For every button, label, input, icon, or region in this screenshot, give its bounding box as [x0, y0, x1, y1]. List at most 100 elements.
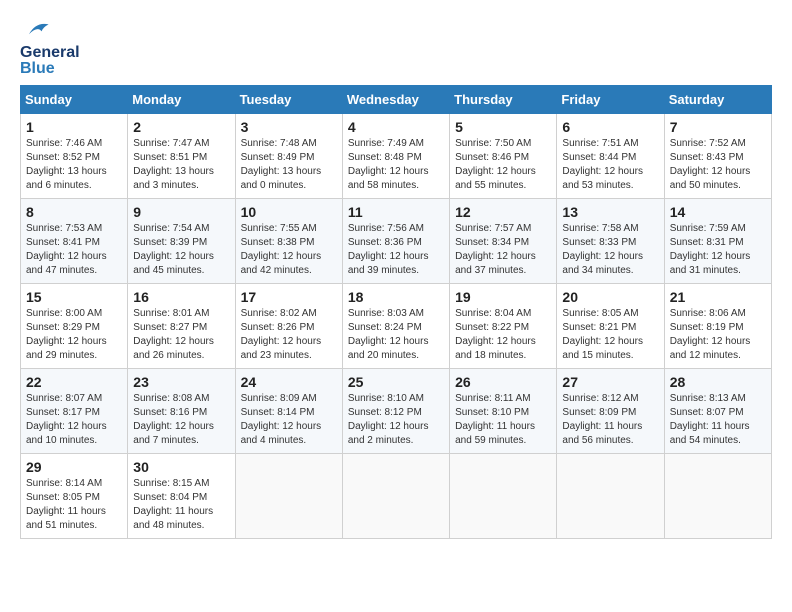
day-number: 23: [133, 374, 229, 390]
calendar-cell: 28 Sunrise: 8:13 AM Sunset: 8:07 PM Dayl…: [664, 369, 771, 454]
calendar-cell: 18 Sunrise: 8:03 AM Sunset: 8:24 PM Dayl…: [342, 284, 449, 369]
day-number: 18: [348, 289, 444, 305]
weekday-header-row: SundayMondayTuesdayWednesdayThursdayFrid…: [21, 86, 772, 114]
day-info: Sunrise: 7:56 AM Sunset: 8:36 PM Dayligh…: [348, 222, 444, 278]
calendar-cell: 15 Sunrise: 8:00 AM Sunset: 8:29 PM Dayl…: [21, 284, 128, 369]
calendar-cell: [235, 454, 342, 539]
day-number: 5: [455, 119, 551, 135]
day-number: 30: [133, 459, 229, 475]
week-row-1: 1 Sunrise: 7:46 AM Sunset: 8:52 PM Dayli…: [21, 114, 772, 199]
day-number: 15: [26, 289, 122, 305]
day-info: Sunrise: 7:59 AM Sunset: 8:31 PM Dayligh…: [670, 222, 766, 278]
calendar-cell: 6 Sunrise: 7:51 AM Sunset: 8:44 PM Dayli…: [557, 114, 664, 199]
day-number: 3: [241, 119, 337, 135]
day-info: Sunrise: 8:13 AM Sunset: 8:07 PM Dayligh…: [670, 392, 766, 448]
calendar-cell: 27 Sunrise: 8:12 AM Sunset: 8:09 PM Dayl…: [557, 369, 664, 454]
calendar-cell: 30 Sunrise: 8:15 AM Sunset: 8:04 PM Dayl…: [128, 454, 235, 539]
day-number: 11: [348, 204, 444, 220]
week-row-4: 22 Sunrise: 8:07 AM Sunset: 8:17 PM Dayl…: [21, 369, 772, 454]
calendar-cell: 10 Sunrise: 7:55 AM Sunset: 8:38 PM Dayl…: [235, 199, 342, 284]
day-info: Sunrise: 8:11 AM Sunset: 8:10 PM Dayligh…: [455, 392, 551, 448]
calendar-cell: 1 Sunrise: 7:46 AM Sunset: 8:52 PM Dayli…: [21, 114, 128, 199]
calendar-cell: [342, 454, 449, 539]
day-number: 9: [133, 204, 229, 220]
calendar-cell: 19 Sunrise: 8:04 AM Sunset: 8:22 PM Dayl…: [450, 284, 557, 369]
day-info: Sunrise: 8:04 AM Sunset: 8:22 PM Dayligh…: [455, 307, 551, 363]
day-number: 21: [670, 289, 766, 305]
day-number: 4: [348, 119, 444, 135]
day-info: Sunrise: 7:46 AM Sunset: 8:52 PM Dayligh…: [26, 137, 122, 193]
logo-general: General: [20, 44, 80, 61]
day-number: 10: [241, 204, 337, 220]
day-number: 22: [26, 374, 122, 390]
day-number: 24: [241, 374, 337, 390]
day-info: Sunrise: 7:49 AM Sunset: 8:48 PM Dayligh…: [348, 137, 444, 193]
day-number: 29: [26, 459, 122, 475]
weekday-header-saturday: Saturday: [664, 86, 771, 114]
weekday-header-wednesday: Wednesday: [342, 86, 449, 114]
day-info: Sunrise: 8:06 AM Sunset: 8:19 PM Dayligh…: [670, 307, 766, 363]
day-info: Sunrise: 7:47 AM Sunset: 8:51 PM Dayligh…: [133, 137, 229, 193]
day-info: Sunrise: 7:57 AM Sunset: 8:34 PM Dayligh…: [455, 222, 551, 278]
calendar-cell: 5 Sunrise: 7:50 AM Sunset: 8:46 PM Dayli…: [450, 114, 557, 199]
calendar-cell: 8 Sunrise: 7:53 AM Sunset: 8:41 PM Dayli…: [21, 199, 128, 284]
day-info: Sunrise: 8:15 AM Sunset: 8:04 PM Dayligh…: [133, 477, 229, 533]
week-row-5: 29 Sunrise: 8:14 AM Sunset: 8:05 PM Dayl…: [21, 454, 772, 539]
calendar-cell: 7 Sunrise: 7:52 AM Sunset: 8:43 PM Dayli…: [664, 114, 771, 199]
day-info: Sunrise: 7:55 AM Sunset: 8:38 PM Dayligh…: [241, 222, 337, 278]
day-number: 8: [26, 204, 122, 220]
day-number: 13: [562, 204, 658, 220]
day-info: Sunrise: 8:10 AM Sunset: 8:12 PM Dayligh…: [348, 392, 444, 448]
day-info: Sunrise: 8:12 AM Sunset: 8:09 PM Dayligh…: [562, 392, 658, 448]
day-number: 17: [241, 289, 337, 305]
logo-blue: Blue: [20, 60, 55, 77]
weekday-header-friday: Friday: [557, 86, 664, 114]
day-info: Sunrise: 8:03 AM Sunset: 8:24 PM Dayligh…: [348, 307, 444, 363]
day-info: Sunrise: 8:00 AM Sunset: 8:29 PM Dayligh…: [26, 307, 122, 363]
day-info: Sunrise: 7:54 AM Sunset: 8:39 PM Dayligh…: [133, 222, 229, 278]
calendar-cell: 26 Sunrise: 8:11 AM Sunset: 8:10 PM Dayl…: [450, 369, 557, 454]
calendar-cell: 3 Sunrise: 7:48 AM Sunset: 8:49 PM Dayli…: [235, 114, 342, 199]
weekday-header-sunday: Sunday: [21, 86, 128, 114]
calendar-cell: 21 Sunrise: 8:06 AM Sunset: 8:19 PM Dayl…: [664, 284, 771, 369]
day-number: 20: [562, 289, 658, 305]
day-info: Sunrise: 7:53 AM Sunset: 8:41 PM Dayligh…: [26, 222, 122, 278]
day-number: 27: [562, 374, 658, 390]
day-number: 2: [133, 119, 229, 135]
weekday-header-tuesday: Tuesday: [235, 86, 342, 114]
day-info: Sunrise: 8:05 AM Sunset: 8:21 PM Dayligh…: [562, 307, 658, 363]
week-row-3: 15 Sunrise: 8:00 AM Sunset: 8:29 PM Dayl…: [21, 284, 772, 369]
week-row-2: 8 Sunrise: 7:53 AM Sunset: 8:41 PM Dayli…: [21, 199, 772, 284]
calendar-cell: 2 Sunrise: 7:47 AM Sunset: 8:51 PM Dayli…: [128, 114, 235, 199]
day-number: 16: [133, 289, 229, 305]
calendar-cell: 23 Sunrise: 8:08 AM Sunset: 8:16 PM Dayl…: [128, 369, 235, 454]
day-info: Sunrise: 8:02 AM Sunset: 8:26 PM Dayligh…: [241, 307, 337, 363]
weekday-header-monday: Monday: [128, 86, 235, 114]
day-info: Sunrise: 7:52 AM Sunset: 8:43 PM Dayligh…: [670, 137, 766, 193]
day-info: Sunrise: 7:50 AM Sunset: 8:46 PM Dayligh…: [455, 137, 551, 193]
day-number: 12: [455, 204, 551, 220]
calendar-cell: 13 Sunrise: 7:58 AM Sunset: 8:33 PM Dayl…: [557, 199, 664, 284]
calendar-cell: 24 Sunrise: 8:09 AM Sunset: 8:14 PM Dayl…: [235, 369, 342, 454]
calendar-cell: 20 Sunrise: 8:05 AM Sunset: 8:21 PM Dayl…: [557, 284, 664, 369]
day-number: 28: [670, 374, 766, 390]
day-number: 25: [348, 374, 444, 390]
calendar-cell: [450, 454, 557, 539]
calendar-cell: [557, 454, 664, 539]
calendar-cell: [664, 454, 771, 539]
calendar-cell: 9 Sunrise: 7:54 AM Sunset: 8:39 PM Dayli…: [128, 199, 235, 284]
calendar: SundayMondayTuesdayWednesdayThursdayFrid…: [20, 85, 772, 539]
calendar-cell: 12 Sunrise: 7:57 AM Sunset: 8:34 PM Dayl…: [450, 199, 557, 284]
calendar-cell: 4 Sunrise: 7:49 AM Sunset: 8:48 PM Dayli…: [342, 114, 449, 199]
calendar-cell: 17 Sunrise: 8:02 AM Sunset: 8:26 PM Dayl…: [235, 284, 342, 369]
day-number: 14: [670, 204, 766, 220]
calendar-cell: 16 Sunrise: 8:01 AM Sunset: 8:27 PM Dayl…: [128, 284, 235, 369]
day-info: Sunrise: 7:58 AM Sunset: 8:33 PM Dayligh…: [562, 222, 658, 278]
day-number: 1: [26, 119, 122, 135]
day-info: Sunrise: 8:08 AM Sunset: 8:16 PM Dayligh…: [133, 392, 229, 448]
calendar-cell: 22 Sunrise: 8:07 AM Sunset: 8:17 PM Dayl…: [21, 369, 128, 454]
logo: General Blue: [20, 20, 80, 77]
day-info: Sunrise: 7:48 AM Sunset: 8:49 PM Dayligh…: [241, 137, 337, 193]
day-number: 7: [670, 119, 766, 135]
day-info: Sunrise: 8:14 AM Sunset: 8:05 PM Dayligh…: [26, 477, 122, 533]
